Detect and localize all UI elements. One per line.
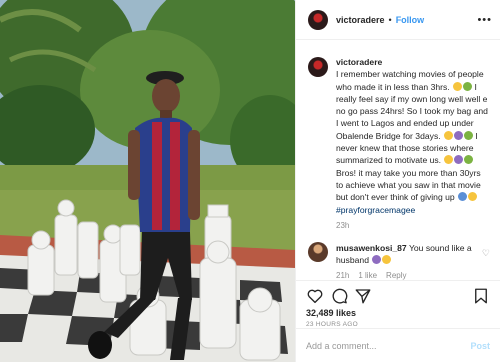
emoji-icon xyxy=(462,81,472,91)
comment-input[interactable] xyxy=(306,340,471,351)
emoji-icon xyxy=(453,155,463,165)
comment-heart-icon[interactable]: ♡ xyxy=(482,248,490,259)
more-options-icon[interactable]: ••• xyxy=(477,14,492,26)
comment-item: musawenkosi_87 You sound like a husband … xyxy=(296,232,500,280)
caption-username[interactable]: victoradere xyxy=(336,56,490,68)
emoji-icon xyxy=(381,255,391,265)
emoji-icon xyxy=(467,192,477,202)
username-link[interactable]: victoradere xyxy=(336,15,385,25)
like-count[interactable]: 32,489 likes xyxy=(306,308,490,318)
caption-body: victoradere I remember watching movies o… xyxy=(336,56,490,232)
comments-list[interactable]: victoradere I remember watching movies o… xyxy=(296,46,500,280)
comment-time: 21h xyxy=(336,271,350,280)
avatar[interactable] xyxy=(308,57,328,77)
bookmark-icon[interactable] xyxy=(472,287,490,305)
emoji-icon xyxy=(463,130,473,140)
emoji-icon xyxy=(457,192,467,202)
post-photo[interactable] xyxy=(0,0,295,362)
hashtag-link[interactable]: #prayforgracemagee xyxy=(336,205,415,215)
comment-icon[interactable] xyxy=(330,287,348,305)
emoji-icon xyxy=(453,130,463,140)
emoji-icon xyxy=(452,81,462,91)
post-photo-image xyxy=(0,0,295,362)
emoji-icon xyxy=(443,155,453,165)
share-icon[interactable] xyxy=(354,287,372,305)
post-timestamp: 23 HOURS AGO xyxy=(306,321,359,328)
emoji-icon xyxy=(371,255,381,265)
follow-button[interactable]: Follow xyxy=(396,15,425,25)
caption-comment: victoradere I remember watching movies o… xyxy=(296,46,500,232)
post-comment-button[interactable]: Post xyxy=(470,341,490,351)
emoji-icon xyxy=(443,130,453,140)
post-header: victoradere • Follow ••• xyxy=(296,0,500,40)
comment-username[interactable]: musawenkosi_87 xyxy=(336,243,407,253)
add-comment-bar: Post xyxy=(296,328,500,362)
avatar[interactable] xyxy=(308,242,328,263)
comment-body: musawenkosi_87 You sound like a husband … xyxy=(336,242,476,280)
reply-button[interactable]: Reply xyxy=(386,270,406,280)
action-icons xyxy=(306,287,490,305)
caption-time: 23h xyxy=(336,220,350,230)
separator-dot: • xyxy=(388,14,392,25)
post-actions: 32,489 likes 23 HOURS AGO xyxy=(296,280,500,328)
comment-likes[interactable]: 1 like xyxy=(358,270,377,280)
post-side-panel: victoradere • Follow ••• victoradere I r… xyxy=(295,0,500,362)
emoji-icon xyxy=(463,155,473,165)
avatar[interactable] xyxy=(308,9,328,30)
heart-icon[interactable] xyxy=(306,287,324,305)
comment-meta: 21h 1 like Reply xyxy=(336,270,476,280)
